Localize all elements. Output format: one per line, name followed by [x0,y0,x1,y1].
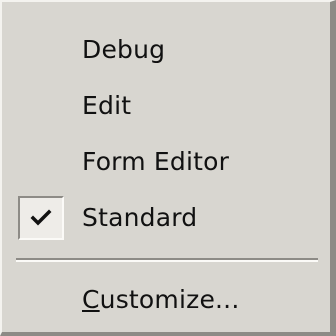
menu-item-label: Standard [82,202,198,232]
checkmark-icon [18,196,64,240]
menu-item-debug[interactable]: Debug [2,24,330,74]
menu-item-standard[interactable]: Standard [2,192,330,242]
menu-item-label: Edit [82,90,132,120]
menu-item-label: Debug [82,34,166,64]
menu-item-form-editor[interactable]: Form Editor [2,136,330,186]
menu-item-customize[interactable]: Customize... [2,274,330,324]
mnemonic-letter: C [82,284,100,314]
menu-item-edit[interactable]: Edit [2,80,330,130]
toolbars-context-menu: Debug Edit Form Editor Standard Customiz… [0,0,336,336]
menu-separator [16,258,318,262]
menu-item-label-rest: ustomize... [99,284,240,314]
menu-item-label: Customize... [82,285,239,314]
menu-item-label: Form Editor [82,146,230,176]
